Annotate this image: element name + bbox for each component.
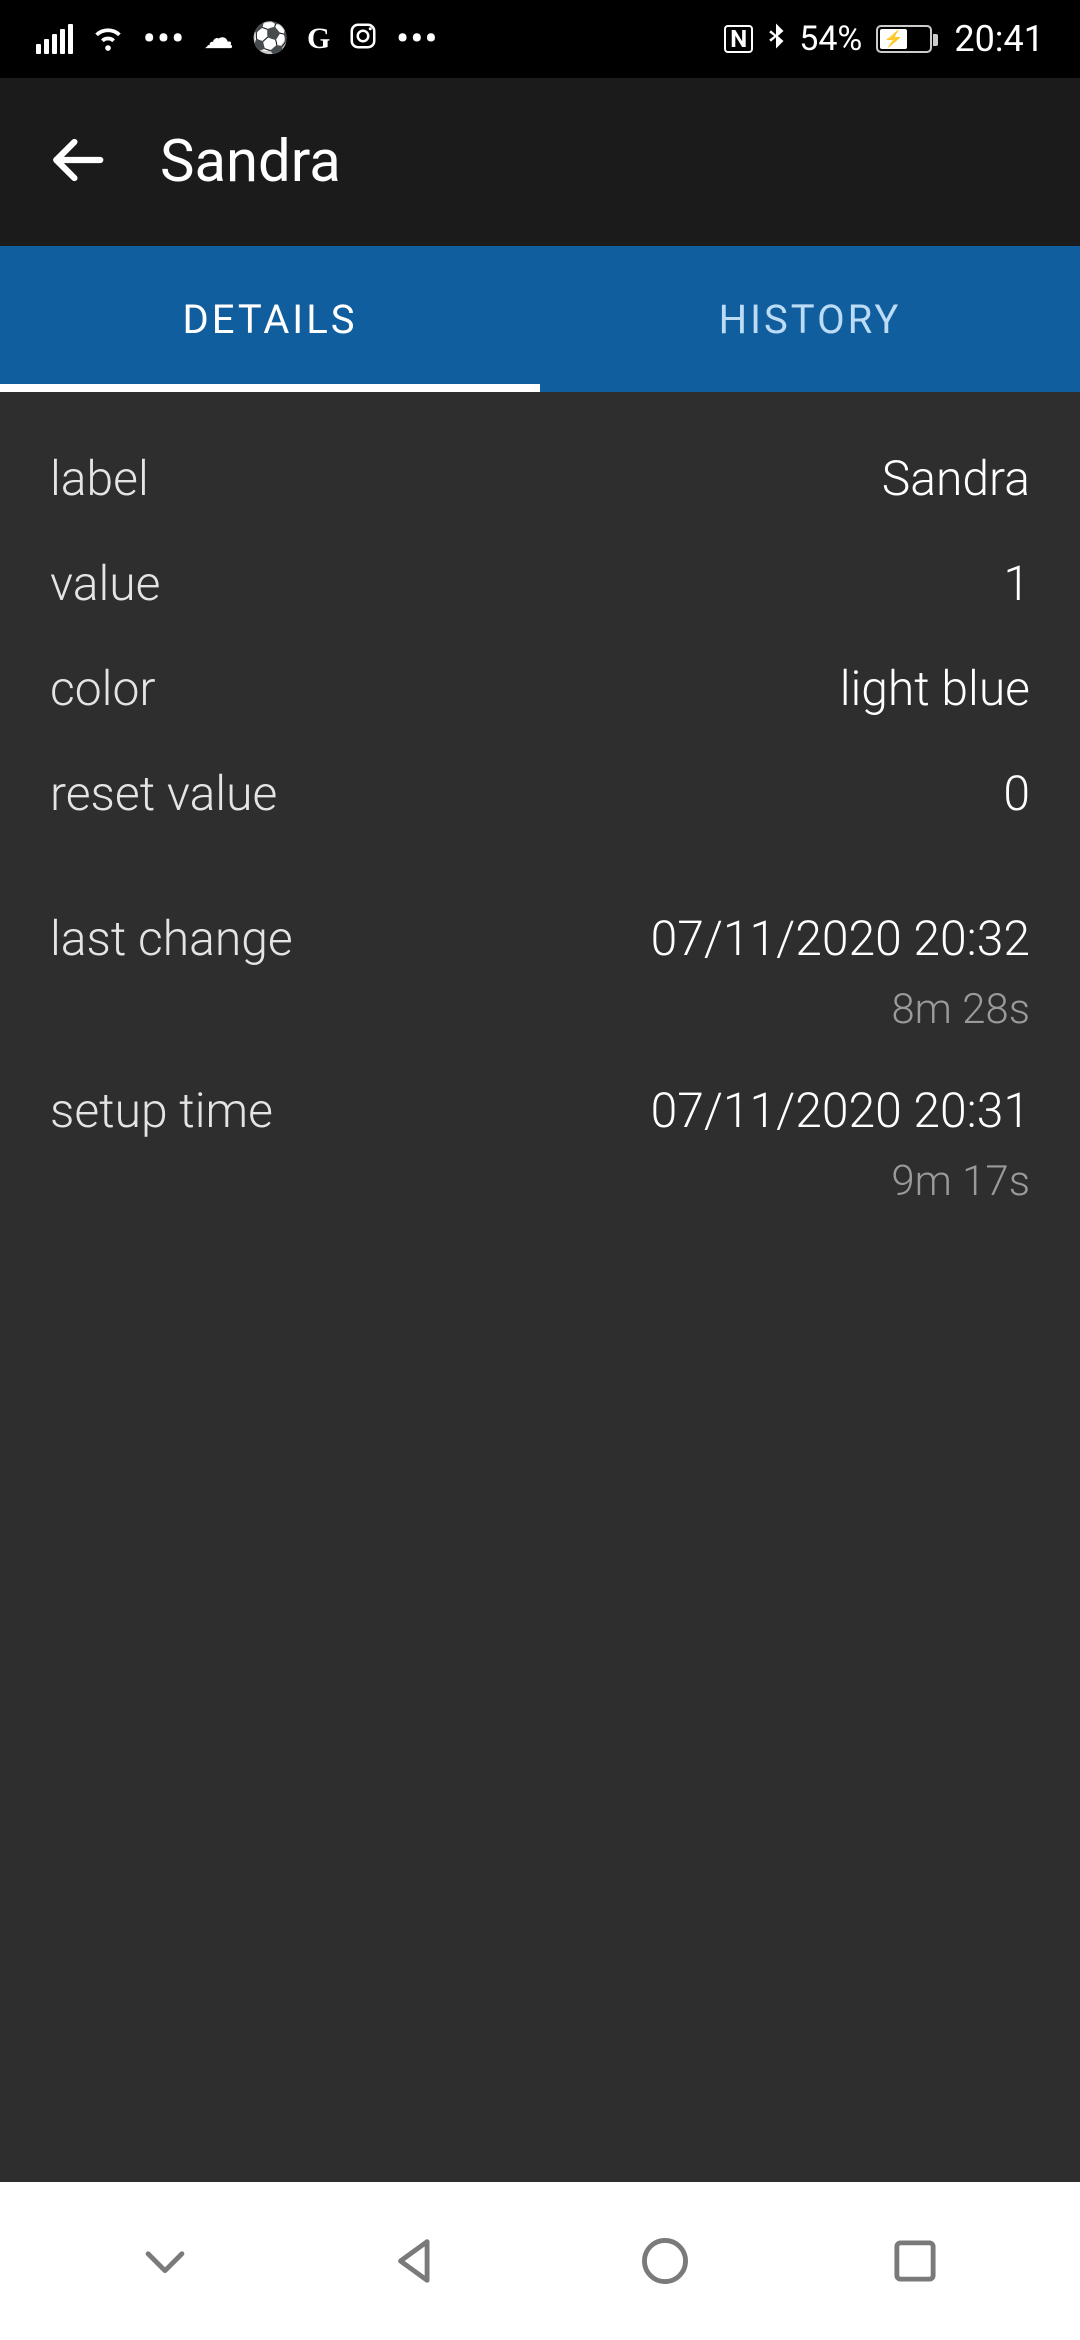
nav-recent-button[interactable] bbox=[880, 2226, 950, 2296]
row-label-value: Sandra bbox=[882, 450, 1030, 507]
battery-percent: 54% bbox=[799, 19, 862, 59]
signal-icon bbox=[36, 24, 73, 54]
arrow-left-icon bbox=[46, 129, 108, 191]
row-setup-time-value: 07/11/2020 20:31 bbox=[651, 1082, 1030, 1139]
row-color-value: light blue bbox=[840, 660, 1030, 717]
more-dots-icon: ••• bbox=[143, 19, 186, 59]
row-setup-time-key: setup time bbox=[50, 1082, 273, 1139]
row-value[interactable]: value 1 bbox=[50, 531, 1030, 636]
overflow-dots-icon: ••• bbox=[396, 19, 439, 59]
details-panel: label Sandra value 1 color light blue re… bbox=[0, 392, 1080, 2182]
nav-hide-keyboard-button[interactable] bbox=[130, 2226, 200, 2296]
row-label-key: label bbox=[50, 450, 149, 507]
row-reset-value[interactable]: reset value 0 bbox=[50, 741, 1030, 846]
row-value-value: 1 bbox=[1003, 555, 1030, 612]
nav-back-button[interactable] bbox=[380, 2226, 450, 2296]
row-last-change-ago: 8m 28s bbox=[50, 985, 1030, 1052]
status-bar: ••• ☁ ⚽ G ••• N 54% ⚡ 20:41 bbox=[0, 0, 1080, 78]
nav-home-button[interactable] bbox=[630, 2226, 700, 2296]
back-button[interactable] bbox=[46, 129, 108, 195]
bluetooth-icon bbox=[761, 21, 791, 57]
tab-bar: DETAILS HISTORY bbox=[0, 246, 1080, 392]
instagram-icon bbox=[348, 21, 378, 57]
tab-history[interactable]: HISTORY bbox=[540, 246, 1080, 392]
circle-home-icon bbox=[636, 2232, 694, 2290]
cloud-icon: ☁ bbox=[204, 24, 234, 54]
google-icon: G bbox=[307, 24, 330, 54]
status-clock: 20:41 bbox=[954, 18, 1044, 60]
row-value-key: value bbox=[50, 555, 160, 612]
tab-details[interactable]: DETAILS bbox=[0, 246, 540, 392]
row-last-change: last change 07/11/2020 20:32 bbox=[50, 886, 1030, 991]
row-setup-time: setup time 07/11/2020 20:31 bbox=[50, 1052, 1030, 1163]
row-setup-time-ago: 9m 17s bbox=[50, 1157, 1030, 1224]
page-title: Sandra bbox=[160, 128, 341, 196]
battery-icon: ⚡ bbox=[876, 25, 932, 53]
chevron-down-icon bbox=[136, 2232, 194, 2290]
system-nav-bar bbox=[0, 2182, 1080, 2340]
triangle-back-icon bbox=[386, 2232, 444, 2290]
row-label[interactable]: label Sandra bbox=[50, 426, 1030, 531]
row-color[interactable]: color light blue bbox=[50, 636, 1030, 741]
row-last-change-value: 07/11/2020 20:32 bbox=[651, 910, 1030, 967]
tab-history-label: HISTORY bbox=[719, 296, 902, 343]
football-icon: ⚽ bbox=[252, 24, 289, 54]
row-color-key: color bbox=[50, 660, 156, 717]
square-recent-icon bbox=[886, 2232, 944, 2290]
row-reset-key: reset value bbox=[50, 765, 277, 822]
row-last-change-key: last change bbox=[50, 910, 293, 967]
tab-details-label: DETAILS bbox=[183, 296, 358, 343]
nfc-icon: N bbox=[724, 25, 753, 53]
wifi-icon bbox=[91, 19, 125, 59]
app-bar: Sandra bbox=[0, 78, 1080, 246]
row-reset-value-value: 0 bbox=[1003, 765, 1030, 822]
